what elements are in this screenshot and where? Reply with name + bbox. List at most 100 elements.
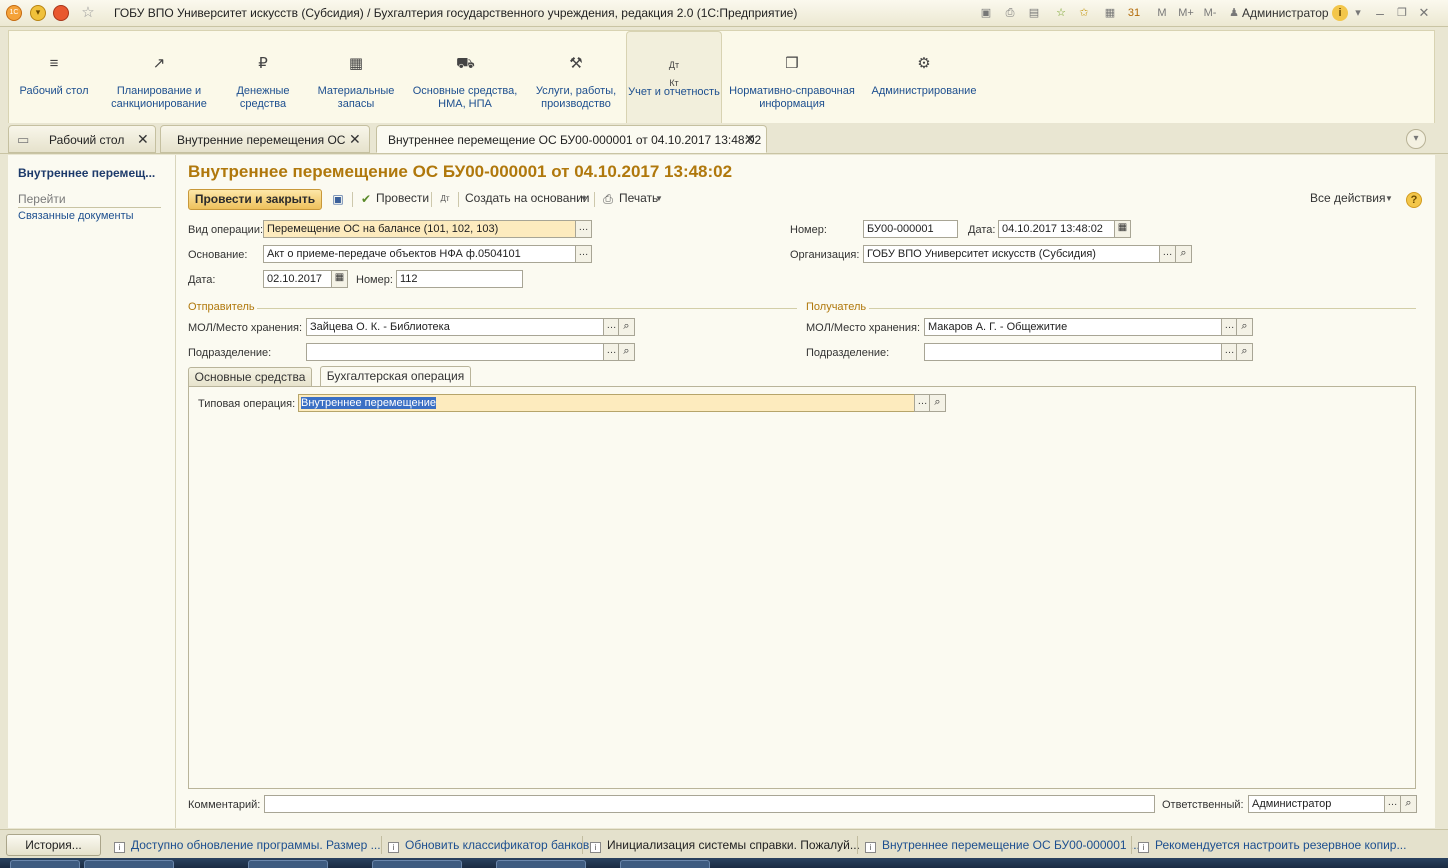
section-planning[interactable]: ↗ Планирование и санкционирование	[105, 31, 213, 124]
tab-transfer-document[interactable]: Внутреннее перемещение ОС БУ00-000001 от…	[376, 125, 767, 153]
receiver-dept-field[interactable]	[924, 343, 1222, 361]
chevron-down-icon: ▼	[580, 194, 588, 203]
message-bank-classifier[interactable]: i Обновить классификатор банков	[388, 838, 589, 853]
tab-close-icon[interactable]: ✕	[349, 126, 361, 152]
main-menu-icon[interactable]: ▾	[30, 5, 46, 21]
basis-field[interactable]: Акт о приеме-передаче объектов НФА ф.050…	[263, 245, 576, 263]
nav-related-documents[interactable]: Связанные документы	[18, 210, 134, 222]
search-icon[interactable]: ⌕	[618, 318, 635, 336]
organization-select-button[interactable]: …	[1159, 245, 1176, 263]
section-fixed-assets[interactable]: ⛟ Основные средства, НМА, НПА	[409, 31, 521, 124]
section-materials[interactable]: ▦ Материальные запасы	[314, 31, 398, 124]
section-services[interactable]: ⚒ Услуги, работы, производство	[531, 31, 621, 124]
memory-m-button[interactable]: M	[1154, 5, 1170, 21]
taskbar-item[interactable]	[496, 860, 586, 868]
search-icon[interactable]: ⌕	[1236, 318, 1253, 336]
message-update[interactable]: i Доступно обновление программы. Размер .…	[114, 838, 381, 853]
message-divider	[1131, 836, 1132, 854]
print-icon[interactable]: ⎙	[1002, 5, 1018, 21]
basis-number-field[interactable]: 112	[396, 270, 523, 288]
section-desktop[interactable]: ≡ Рабочий стол	[17, 31, 91, 124]
preview-icon[interactable]: ▤	[1026, 5, 1042, 21]
receiver-dept-label: Подразделение:	[806, 347, 890, 359]
nav-current-item[interactable]: Внутреннее перемещ...	[18, 166, 155, 180]
responsible-field[interactable]: Администратор	[1248, 795, 1385, 813]
save-icon[interactable]: ▣	[330, 191, 346, 207]
app-logo-icon[interactable]: 1C	[6, 5, 22, 21]
close-circle-icon[interactable]	[53, 5, 69, 21]
taskbar-item[interactable]	[248, 860, 328, 868]
save-icon[interactable]: ▣	[978, 5, 994, 21]
status-bar: История... i Доступно обновление программ…	[0, 829, 1448, 858]
taskbar-item[interactable]	[10, 860, 80, 868]
add-favorite-icon[interactable]: ☆	[1053, 5, 1069, 21]
search-icon[interactable]: ⌕	[1400, 795, 1417, 813]
tab-fixed-assets[interactable]: Основные средства	[188, 367, 312, 387]
search-icon[interactable]: ⌕	[618, 343, 635, 361]
calendar-icon[interactable]: 31	[1126, 5, 1142, 21]
favorites-star-icon[interactable]: ☆	[80, 5, 96, 21]
info-dropdown-icon[interactable]: ▾	[1350, 5, 1366, 21]
ruble-coin-icon: ₽	[258, 55, 268, 72]
sender-dept-field[interactable]	[306, 343, 604, 361]
search-icon[interactable]: ⌕	[1236, 343, 1253, 361]
message-document[interactable]: i Внутреннее перемещение ОС БУ00-000001 .…	[865, 838, 1140, 853]
section-accounting[interactable]: Дт Кт Учет и отчетность	[626, 31, 722, 124]
comment-field[interactable]	[264, 795, 1155, 813]
taskbar-item[interactable]	[372, 860, 462, 868]
chevron-down-icon: ▼	[1385, 194, 1393, 203]
tab-desktop[interactable]: ▭ Рабочий стол ✕	[8, 125, 156, 153]
responsible-select-button[interactable]: …	[1384, 795, 1401, 813]
user-name[interactable]: Администратор	[1242, 6, 1329, 20]
history-button[interactable]: История...	[6, 834, 101, 856]
sender-mol-field[interactable]: Зайцева О. К. - Библиотека	[306, 318, 604, 336]
close-icon[interactable]: ✕	[1416, 5, 1432, 21]
calendar-icon[interactable]: ▦	[1114, 220, 1131, 238]
memory-plus-button[interactable]: M+	[1176, 5, 1196, 21]
taskbar-item[interactable]	[84, 860, 174, 868]
print-icon: ⎙	[603, 192, 613, 206]
tab-transfers-list[interactable]: Внутренние перемещения ОС ✕	[160, 125, 370, 153]
calculator-icon[interactable]: ▦	[1102, 5, 1118, 21]
responsible-label: Ответственный:	[1162, 799, 1244, 811]
restore-icon[interactable]: ❐	[1394, 5, 1410, 21]
date-label: Дата:	[968, 224, 996, 236]
minimize-icon[interactable]: –	[1372, 5, 1388, 21]
basis-date-field[interactable]: 02.10.2017	[263, 270, 333, 288]
create-based-on-button[interactable]: Создать на основании	[465, 191, 590, 205]
calendar-icon[interactable]: ▦	[331, 270, 348, 288]
search-icon[interactable]: ⌕	[929, 394, 946, 412]
tab-close-icon[interactable]: ✕	[744, 126, 756, 152]
post-button[interactable]: Провести	[376, 191, 429, 205]
operation-type-select-button[interactable]: …	[575, 220, 592, 238]
print-button[interactable]: Печать	[619, 191, 658, 205]
message-backup[interactable]: i Рекомендуется настроить резервное копир…	[1138, 838, 1406, 853]
memory-minus-button[interactable]: M-	[1200, 5, 1220, 21]
taskbar-item[interactable]	[620, 860, 710, 868]
post-and-close-button[interactable]: Провести и закрыть	[188, 189, 322, 210]
number-field[interactable]: БУ00-000001	[863, 220, 958, 238]
organization-field[interactable]: ГОБУ ВПО Университет искусств (Субсидия)	[863, 245, 1160, 263]
section-money[interactable]: ₽ Денежные средства	[227, 31, 299, 124]
section-reference[interactable]: ❒ Нормативно-справочная информация	[728, 31, 856, 124]
section-admin[interactable]: ⚙ Администрирование	[869, 31, 979, 124]
typical-operation-field[interactable]: Внутреннее перемещение	[298, 394, 915, 412]
info-icon[interactable]: i	[1332, 5, 1348, 21]
tab-close-icon[interactable]: ✕	[137, 126, 149, 152]
all-actions-button[interactable]: Все действия	[1310, 191, 1385, 205]
message-help-init[interactable]: i Инициализация системы справки. Пожалуй.…	[590, 838, 860, 853]
tabs-menu-icon[interactable]: ▾	[1406, 129, 1426, 149]
gear-icon: ⚙	[917, 55, 931, 72]
receiver-mol-field[interactable]: Макаров А. Г. - Общежитие	[924, 318, 1222, 336]
organization-label: Организация:	[790, 249, 860, 261]
chevron-down-icon: ▼	[655, 194, 663, 203]
help-button[interactable]: ?	[1406, 192, 1422, 208]
debit-credit-icon[interactable]: Дт	[437, 191, 453, 207]
date-field[interactable]: 04.10.2017 13:48:02	[998, 220, 1116, 238]
search-icon[interactable]: ⌕	[1175, 245, 1192, 263]
favorite-list-icon[interactable]: ✩	[1076, 5, 1092, 21]
basis-select-button[interactable]: …	[575, 245, 592, 263]
operation-type-field[interactable]: Перемещение ОС на балансе (101, 102, 103…	[263, 220, 576, 238]
operation-type-label: Вид операции:	[188, 224, 264, 236]
tab-accounting-operation[interactable]: Бухгалтерская операция	[320, 366, 471, 387]
